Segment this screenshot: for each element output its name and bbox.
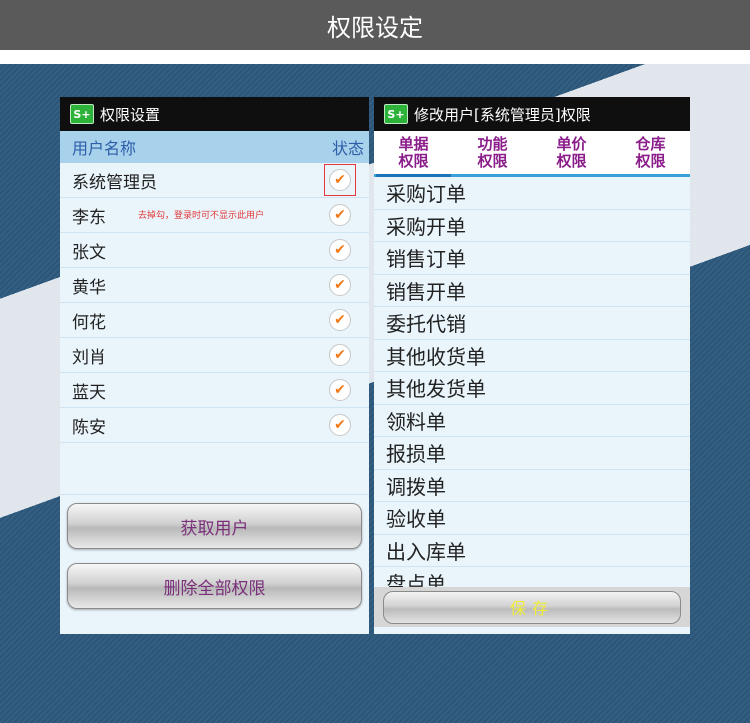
permission-item[interactable]: 其他收货单 <box>374 339 690 372</box>
user-row[interactable]: 蓝天 ✔ <box>60 373 369 408</box>
permission-item[interactable]: 其他发货单 <box>374 372 690 405</box>
status-checkbox[interactable]: ✔ <box>329 414 351 436</box>
tab-label-line2: 权限 <box>477 152 508 170</box>
save-label: 保存 <box>509 599 554 618</box>
status-checkbox[interactable]: ✔ <box>329 239 351 261</box>
check-icon: ✔ <box>329 379 351 401</box>
header-name: 用户名称 <box>72 139 137 158</box>
permission-item[interactable]: 领料单 <box>374 404 690 437</box>
tab-permission-1[interactable]: 功能 权限 <box>453 131 532 174</box>
list-empty-space <box>60 443 369 495</box>
delete-all-label: 删除全部权限 <box>163 578 266 599</box>
app-logo-icon: S+ <box>384 104 408 124</box>
tab-permission-3[interactable]: 仓库 权限 <box>611 131 690 174</box>
user-list: 系统管理员 ✔ 李东 去掉勾，登录时可不显示此用户 ✔ 张文 ✔ 黄华 ✔ 何花 ✔ 刘肖 ✔ 蓝天 ✔ 陈安… <box>60 163 369 443</box>
user-row[interactable]: 张文 ✔ <box>60 233 369 268</box>
user-name: 何花 <box>72 312 106 333</box>
tab-label-line1: 单据 <box>398 135 429 153</box>
user-name: 李东 <box>72 207 106 228</box>
banner-title-text: 权限设定 <box>327 13 423 42</box>
check-icon: ✔ <box>329 344 351 366</box>
permission-item[interactable]: 采购订单 <box>374 177 690 210</box>
check-icon: ✔ <box>329 204 351 226</box>
permission-item[interactable]: 报损单 <box>374 437 690 470</box>
permission-item[interactable]: 出入库单 <box>374 534 690 567</box>
check-icon: ✔ <box>329 414 351 436</box>
left-title: 权限设置 <box>100 105 161 124</box>
permission-item[interactable]: 采购开单 <box>374 209 690 242</box>
header-status: 状态 <box>331 139 364 158</box>
permission-tabs: 单据 权限 功能 权限 单价 权限 仓库 权限 <box>374 131 690 177</box>
tab-label-line1: 仓库 <box>635 135 666 153</box>
permission-item[interactable]: 委托代销 <box>374 307 690 340</box>
check-icon: ✔ <box>329 169 351 191</box>
hint-note: 去掉勾，登录时可不显示此用户 <box>138 211 265 221</box>
app-logo-icon: S+ <box>70 104 94 124</box>
status-checkbox[interactable]: ✔ <box>324 164 356 196</box>
user-row[interactable]: 何花 ✔ <box>60 303 369 338</box>
check-icon: ✔ <box>329 309 351 331</box>
permission-list[interactable]: 采购订单 采购开单 销售订单 销售开单 委托代销 其他收货单 其他发货单 领料单 报损单 调拨单验… <box>374 177 690 587</box>
status-checkbox[interactable]: ✔ <box>329 344 351 366</box>
status-checkbox[interactable]: ✔ <box>329 274 351 296</box>
permission-settings-panel: S+ 权限设置 用户名称 状态 系统管理员 ✔ 李东 去掉勾，登录时可不显示此用户 ✔ 张… <box>60 97 369 634</box>
permission-item[interactable]: 盘点单 <box>374 567 690 587</box>
status-checkbox[interactable]: ✔ <box>329 379 351 401</box>
check-icon: ✔ <box>329 274 351 296</box>
user-row[interactable]: 刘肖 ✔ <box>60 338 369 373</box>
get-users-label: 获取用户 <box>180 518 249 539</box>
user-name: 黄华 <box>72 277 106 298</box>
edit-user-permissions-panel: S+ 修改用户[系统管理员]权限 单据 权限 功能 权限 单价 权限 仓库 权限 采购订单 采购… <box>374 97 690 634</box>
tab-permission-2[interactable]: 单价 权限 <box>532 131 611 174</box>
user-name: 张文 <box>72 242 106 263</box>
tab-label-line2: 权限 <box>398 152 429 170</box>
tab-label-line2: 权限 <box>635 152 666 170</box>
status-checkbox[interactable]: ✔ <box>329 309 351 331</box>
user-name: 刘肖 <box>72 347 106 368</box>
permission-item[interactable]: 销售开单 <box>374 274 690 307</box>
tab-label-line2: 权限 <box>556 152 587 170</box>
user-name: 陈安 <box>72 417 106 438</box>
right-title: 修改用户[系统管理员]权限 <box>414 105 591 124</box>
delete-all-permissions-button[interactable]: 删除全部权限 <box>67 563 362 609</box>
user-row[interactable]: 系统管理员 ✔ <box>60 163 369 198</box>
user-name: 系统管理员 <box>72 172 157 193</box>
check-icon: ✔ <box>329 239 351 261</box>
tab-permission-0[interactable]: 单据 权限 <box>374 131 453 177</box>
get-users-button[interactable]: 获取用户 <box>67 503 362 549</box>
permission-item[interactable]: 验收单 <box>374 502 690 535</box>
banner-title: 权限设定 <box>0 0 750 50</box>
right-title-bar: S+ 修改用户[系统管理员]权限 <box>374 97 690 131</box>
permission-item[interactable]: 调拨单 <box>374 469 690 502</box>
save-button[interactable]: 保存 <box>383 590 681 624</box>
user-row[interactable]: 黄华 ✔ <box>60 268 369 303</box>
tab-label-line1: 单价 <box>556 135 587 153</box>
user-list-header: 用户名称 状态 <box>60 131 369 163</box>
tab-label-line1: 功能 <box>477 135 508 153</box>
user-row[interactable]: 李东 去掉勾，登录时可不显示此用户 ✔ <box>60 198 369 233</box>
save-area: 保存 <box>374 587 690 627</box>
permission-item[interactable]: 销售订单 <box>374 242 690 275</box>
status-checkbox[interactable]: ✔ <box>329 204 351 226</box>
user-name: 蓝天 <box>72 382 106 403</box>
user-row[interactable]: 陈安 ✔ <box>60 408 369 443</box>
left-title-bar: S+ 权限设置 <box>60 97 369 131</box>
banner-band <box>0 50 750 64</box>
